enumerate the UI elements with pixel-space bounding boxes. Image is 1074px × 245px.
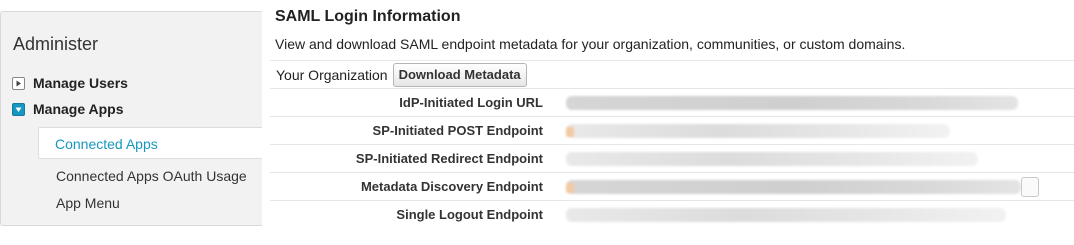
sidebar-item-label: Manage Apps (33, 101, 124, 117)
field-value (566, 152, 978, 166)
table-row: Single Logout Endpoint (270, 200, 1074, 228)
sidebar-subitem-label[interactable]: Connected Apps (55, 136, 158, 152)
field-value (566, 180, 1021, 194)
field-label: Metadata Discovery Endpoint (360, 179, 543, 194)
table-row: SP-Initiated POST Endpoint (270, 116, 1074, 144)
redacted-marker (566, 127, 574, 137)
saml-settings-page: Administer Manage Users Manage Apps Conn… (0, 0, 1074, 245)
organization-row: Your Organization Download Metadata (270, 60, 1074, 88)
sidebar-subitem-connected-apps[interactable]: Connected Apps (38, 127, 262, 159)
sidebar-item-manage-apps[interactable]: Manage Apps (12, 99, 124, 119)
redacted-marker (566, 183, 574, 193)
field-value (566, 208, 1006, 222)
sidebar-item-manage-users[interactable]: Manage Users (12, 73, 128, 93)
field-label: Single Logout Endpoint (396, 207, 543, 222)
saml-endpoint-table: IdP-Initiated Login URL SP-Initiated POS… (270, 88, 1074, 228)
field-value (566, 96, 1018, 110)
sidebar-subitem-connected-apps-oauth-usage[interactable]: Connected Apps OAuth Usage (56, 168, 247, 186)
sidebar-subitem-app-menu[interactable]: App Menu (56, 195, 120, 213)
sidebar-title: Administer (13, 34, 99, 54)
section-title: SAML Login Information (275, 8, 461, 25)
field-label: IdP-Initiated Login URL (399, 95, 543, 110)
section-description: View and download SAML endpoint metadata… (275, 36, 906, 52)
main-content: SAML Login Information View and download… (262, 0, 1074, 245)
sidebar-item-label: Manage Users (33, 75, 128, 91)
table-row: Metadata Discovery Endpoint (270, 172, 1074, 200)
organization-label: Your Organization (276, 66, 388, 83)
copy-field-box[interactable] (1021, 177, 1039, 197)
field-value (566, 124, 950, 138)
field-label: SP-Initiated Redirect Endpoint (355, 151, 543, 166)
field-label: SP-Initiated POST Endpoint (372, 123, 543, 138)
sidebar: Administer Manage Users Manage Apps Conn… (0, 0, 262, 245)
download-metadata-button[interactable]: Download Metadata (392, 62, 527, 87)
triangle-right-icon[interactable] (12, 76, 25, 90)
triangle-down-icon[interactable] (12, 102, 25, 116)
table-row: IdP-Initiated Login URL (270, 88, 1074, 116)
table-row: SP-Initiated Redirect Endpoint (270, 144, 1074, 172)
